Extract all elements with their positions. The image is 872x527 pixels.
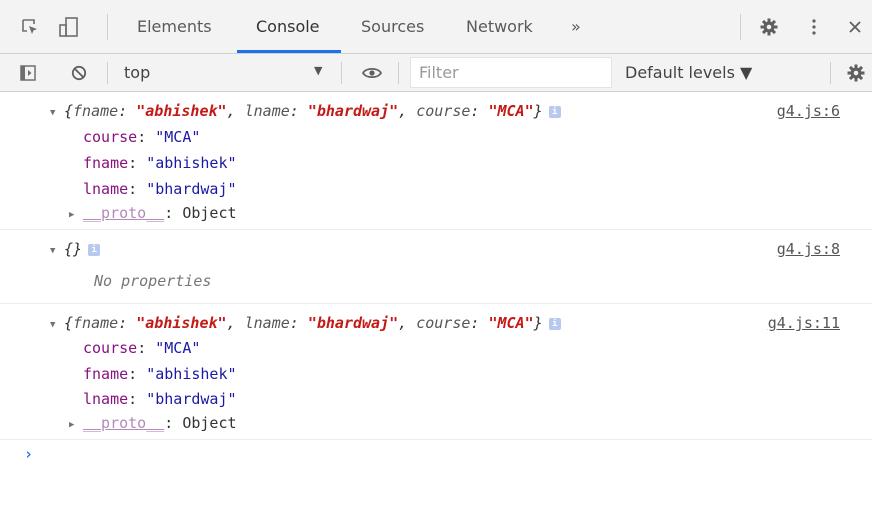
- console-message-1: ▼ {fname: "abhishek", lname: "bhardwaj",…: [0, 92, 872, 230]
- tabbar-separator-right: [740, 14, 741, 40]
- tab-more[interactable]: »: [571, 17, 581, 49]
- collapse-triangle[interactable]: ▶: [69, 210, 74, 220]
- devtools-tabbar: Elements Console Sources Network »: [0, 0, 872, 54]
- expand-triangle[interactable]: ▼: [50, 108, 55, 118]
- toolbar-separator-3: [398, 62, 399, 84]
- info-badge[interactable]: i: [548, 105, 561, 118]
- tab-elements[interactable]: Elements: [137, 17, 212, 49]
- property-row: course: "MCA": [83, 339, 201, 357]
- context-dropdown-arrow[interactable]: ▼: [314, 64, 322, 77]
- tab-sources[interactable]: Sources: [361, 17, 424, 49]
- expand-triangle[interactable]: ▼: [50, 246, 55, 256]
- eye-icon[interactable]: [360, 63, 384, 83]
- no-properties-text: No properties: [94, 272, 212, 290]
- property-row: fname: "abhishek": [83, 365, 237, 383]
- inspect-icon[interactable]: [20, 17, 40, 37]
- device-toggle-icon[interactable]: [58, 16, 82, 38]
- source-link[interactable]: g4.js:8: [777, 240, 840, 258]
- kebab-menu-icon[interactable]: [808, 17, 820, 37]
- toolbar-separator-4: [830, 62, 831, 84]
- proto-row[interactable]: __proto__: Object: [83, 414, 237, 432]
- object-summary[interactable]: {fname: "abhishek", lname: "bhardwaj", c…: [64, 102, 561, 120]
- toolbar-separator-2: [341, 62, 342, 84]
- object-summary[interactable]: {} i: [64, 240, 101, 258]
- sidebar-toggle-icon[interactable]: [18, 63, 38, 83]
- source-link[interactable]: g4.js:6: [777, 102, 840, 120]
- context-selector-label[interactable]: top: [124, 63, 150, 82]
- console-prompt[interactable]: ›: [24, 445, 33, 463]
- tab-network[interactable]: Network: [466, 17, 533, 49]
- info-badge[interactable]: i: [548, 317, 561, 330]
- info-badge[interactable]: i: [88, 243, 101, 256]
- proto-row[interactable]: __proto__: Object: [83, 204, 237, 222]
- filter-input[interactable]: Filter: [410, 57, 612, 88]
- collapse-triangle[interactable]: ▶: [69, 420, 74, 430]
- settings-icon[interactable]: [846, 63, 866, 83]
- clear-console-icon[interactable]: [69, 63, 89, 83]
- active-tab-indicator: [237, 50, 341, 53]
- tabbar-separator: [107, 14, 108, 40]
- gear-icon[interactable]: [759, 17, 779, 37]
- property-row: course: "MCA": [83, 128, 201, 146]
- expand-triangle[interactable]: ▼: [50, 320, 55, 330]
- toolbar-separator: [107, 62, 108, 84]
- console-message-3: ▼ {fname: "abhishek", lname: "bhardwaj",…: [0, 304, 872, 440]
- source-link[interactable]: g4.js:11: [768, 314, 840, 332]
- filter-placeholder: Filter: [419, 63, 459, 82]
- object-summary[interactable]: {fname: "abhishek", lname: "bhardwaj", c…: [64, 314, 561, 332]
- close-icon[interactable]: [846, 18, 864, 36]
- console-toolbar: top ▼ Filter Default levels ▼: [0, 54, 872, 92]
- property-row: fname: "abhishek": [83, 154, 237, 172]
- property-row: lname: "bhardwaj": [83, 390, 237, 408]
- log-levels-dropdown[interactable]: Default levels ▼: [625, 63, 752, 82]
- console-message-2: ▼ {} i g4.js:8 No properties: [0, 230, 872, 304]
- property-row: lname: "bhardwaj": [83, 180, 237, 198]
- tab-console[interactable]: Console: [256, 17, 320, 49]
